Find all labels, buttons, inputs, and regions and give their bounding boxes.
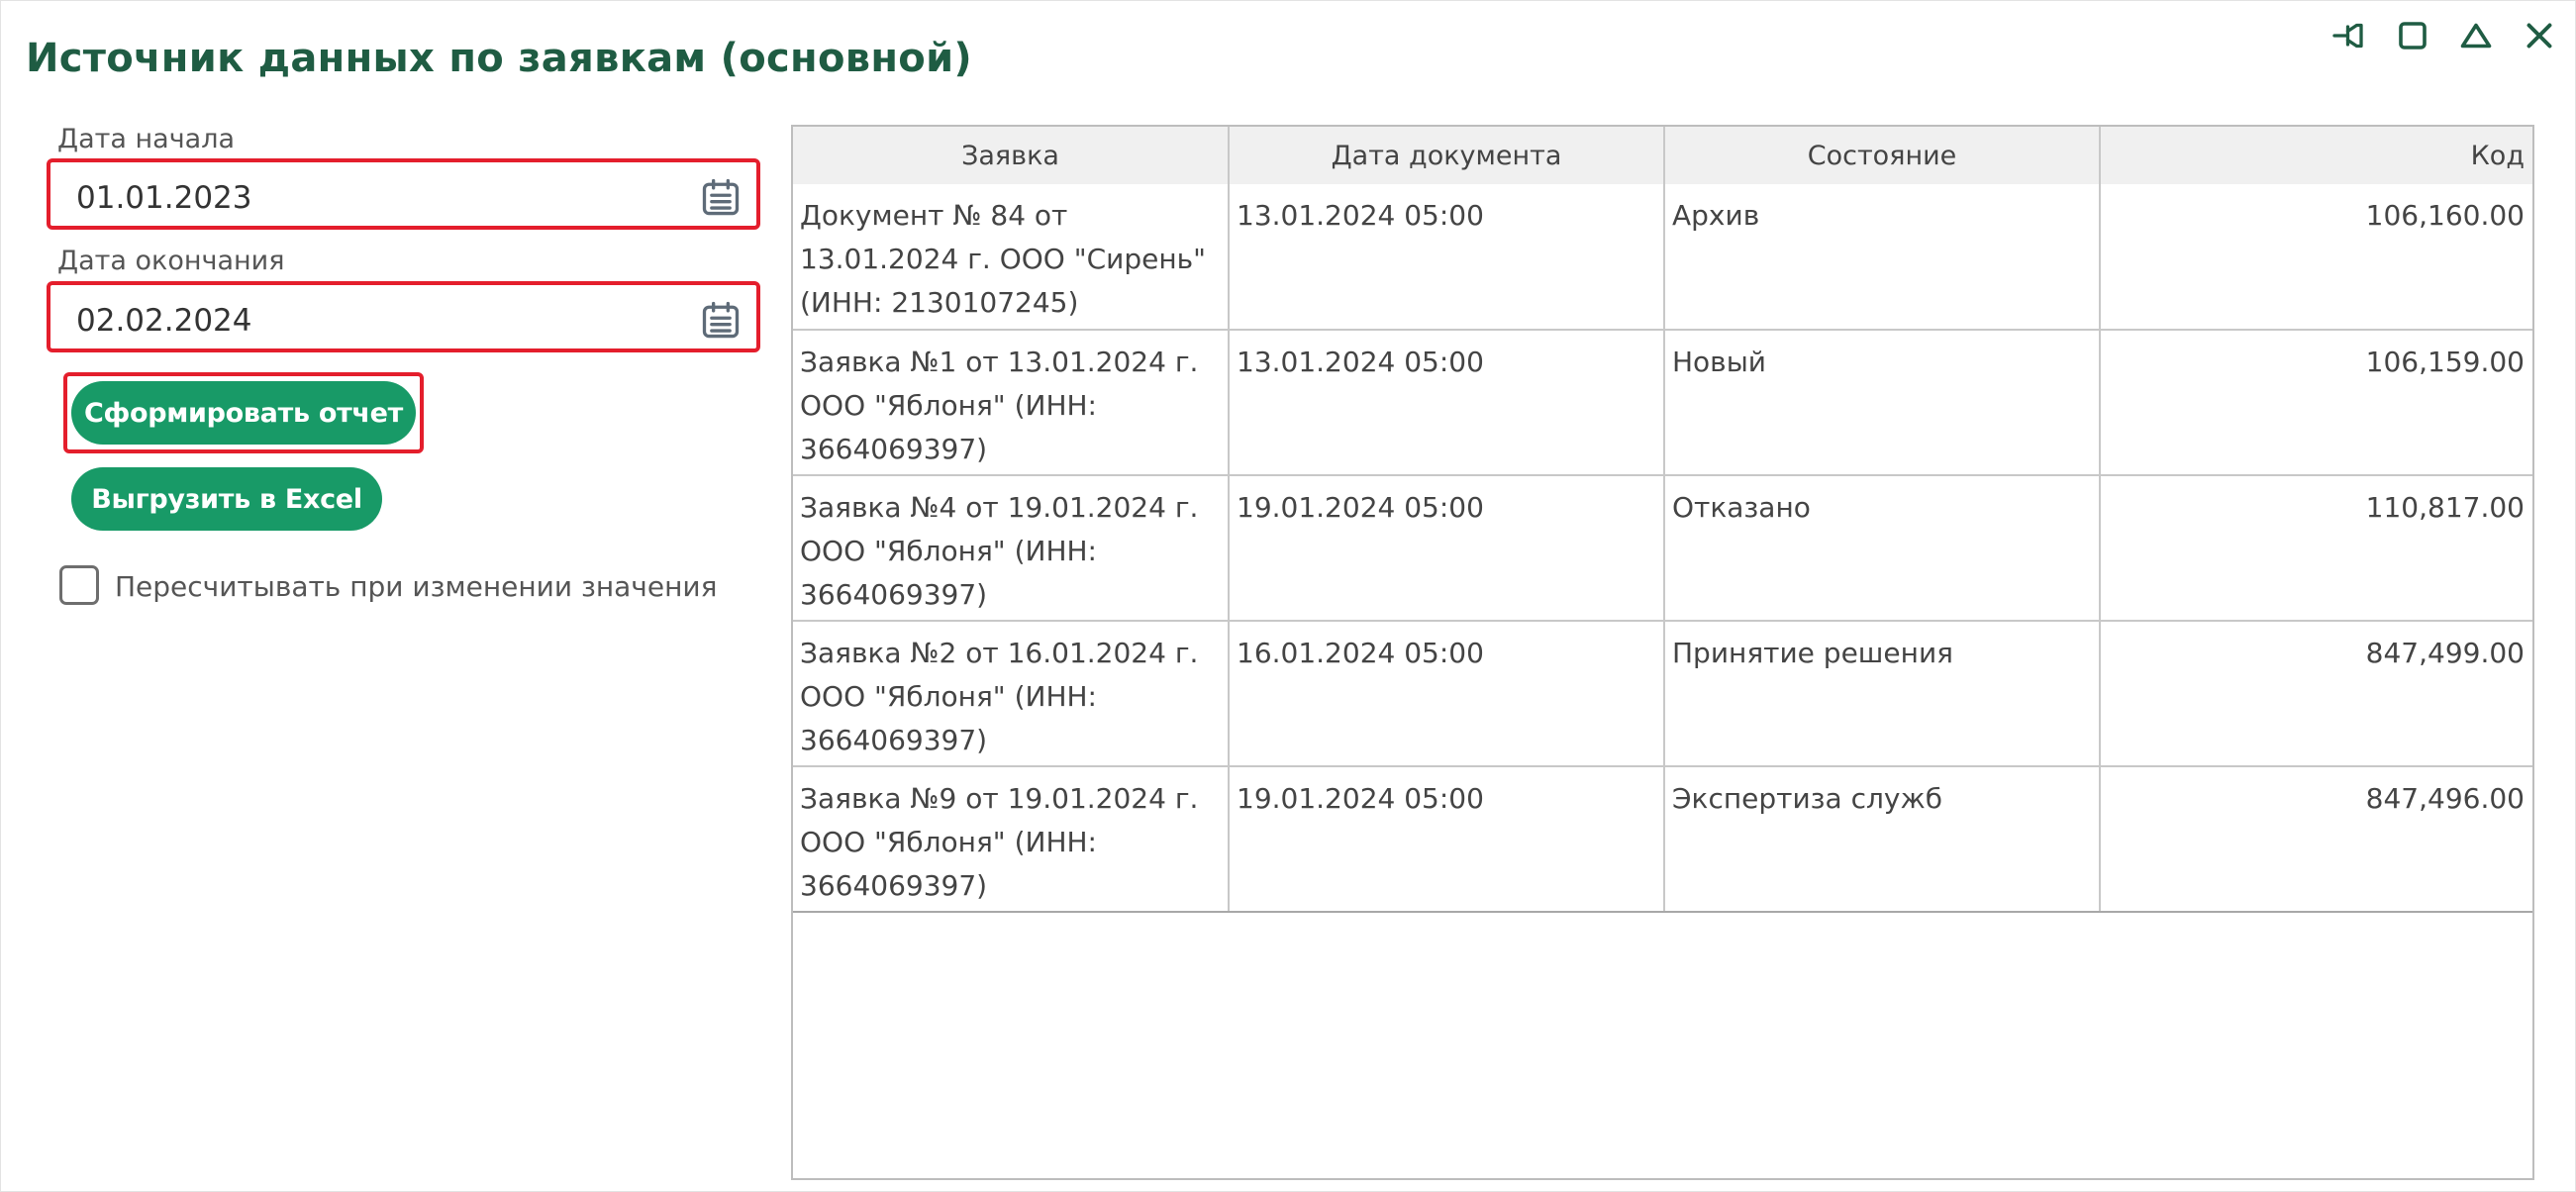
table-row[interactable]: Документ № 84 от 13.01.2024 г. ООО "Сире…: [793, 184, 2532, 331]
cell-request: Заявка №1 от 13.01.2024 г. ООО "Яблоня" …: [793, 330, 1230, 476]
window-controls: [2330, 16, 2558, 55]
table-header-row: Заявка Дата документа Состояние Код: [793, 127, 2532, 184]
report-table: Заявка Дата документа Состояние Код Доку…: [793, 127, 2532, 913]
report-grid: Заявка Дата документа Состояние Код Доку…: [791, 125, 2534, 1180]
recalc-checkbox-label[interactable]: Пересчитывать при изменении значения: [115, 570, 717, 603]
table-row[interactable]: Заявка №9 от 19.01.2024 г. ООО "Яблоня" …: [793, 766, 2532, 913]
export-excel-button[interactable]: Выгрузить в Excel: [71, 467, 382, 531]
recalc-checkbox[interactable]: [59, 565, 99, 605]
end-date-field[interactable]: 02.02.2024: [47, 281, 760, 352]
cell-status: Архив: [1664, 184, 2101, 331]
table-row[interactable]: Заявка №2 от 16.01.2024 г. ООО "Яблоня" …: [793, 621, 2532, 767]
cell-status: Новый: [1664, 330, 2101, 476]
cell-status: Принятие решения: [1664, 621, 2101, 767]
cell-doc-date: 19.01.2024 05:00: [1229, 475, 1665, 622]
cell-code: 106,159.00: [2100, 330, 2532, 476]
close-icon[interactable]: [2521, 17, 2558, 54]
cell-code: 106,160.00: [2100, 184, 2532, 331]
column-header-code[interactable]: Код: [2100, 127, 2532, 184]
cell-code: 847,499.00: [2100, 621, 2532, 767]
column-header-request[interactable]: Заявка: [793, 127, 1230, 184]
calendar-icon[interactable]: [699, 299, 743, 343]
end-date-label: Дата окончания: [57, 246, 285, 276]
cell-doc-date: 13.01.2024 05:00: [1229, 330, 1665, 476]
column-header-doc-date[interactable]: Дата документа: [1229, 127, 1665, 184]
cell-request: Заявка №2 от 16.01.2024 г. ООО "Яблоня" …: [793, 621, 1230, 767]
cell-request: Документ № 84 от 13.01.2024 г. ООО "Сире…: [793, 184, 1230, 331]
cell-status: Экспертиза служб: [1664, 766, 2101, 913]
cell-code: 110,817.00: [2100, 475, 2532, 622]
maximize-icon[interactable]: [2394, 17, 2431, 54]
cell-status: Отказано: [1664, 475, 2101, 622]
start-date-field[interactable]: 01.01.2023: [47, 158, 760, 230]
cell-request: Заявка №4 от 19.01.2024 г. ООО "Яблоня" …: [793, 475, 1230, 622]
cell-request: Заявка №9 от 19.01.2024 г. ООО "Яблоня" …: [793, 766, 1230, 913]
cell-code: 847,496.00: [2100, 766, 2532, 913]
table-row[interactable]: Заявка №4 от 19.01.2024 г. ООО "Яблоня" …: [793, 475, 2532, 622]
column-header-status[interactable]: Состояние: [1664, 127, 2101, 184]
pin-icon[interactable]: [2330, 17, 2368, 54]
start-date-label: Дата начала: [57, 124, 235, 154]
calendar-icon[interactable]: [699, 176, 743, 220]
start-date-value[interactable]: 01.01.2023: [76, 180, 252, 216]
cell-doc-date: 13.01.2024 05:00: [1229, 184, 1665, 331]
cell-doc-date: 16.01.2024 05:00: [1229, 621, 1665, 767]
build-report-button[interactable]: Сформировать отчет: [71, 381, 416, 445]
table-row[interactable]: Заявка №1 от 13.01.2024 г. ООО "Яблоня" …: [793, 330, 2532, 476]
page-title: Источник данных по заявкам (основной): [26, 36, 972, 81]
end-date-value[interactable]: 02.02.2024: [76, 303, 252, 339]
collapse-icon[interactable]: [2457, 17, 2495, 54]
cell-doc-date: 19.01.2024 05:00: [1229, 766, 1665, 913]
